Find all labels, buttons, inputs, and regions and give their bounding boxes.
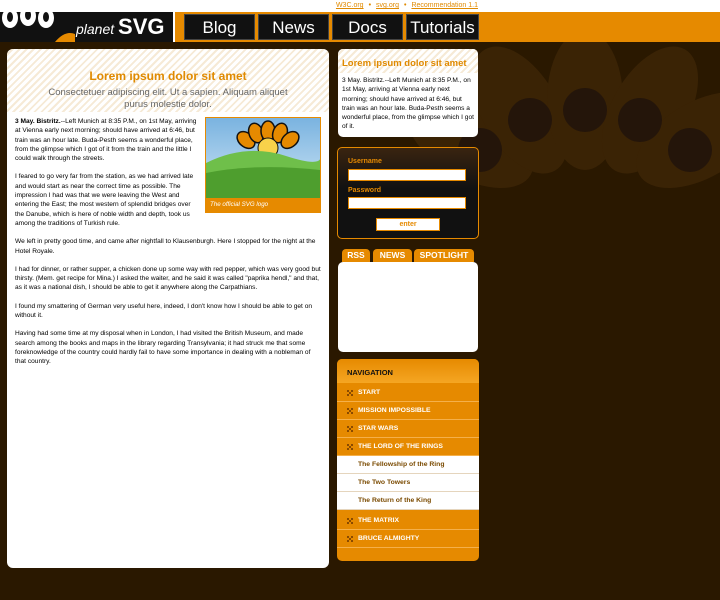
header: planet SVG Blog News Docs Tutorials <box>0 12 720 42</box>
paragraph-5: I found my smattering of German very use… <box>15 302 313 320</box>
paragraph-3: We left in pretty good time, and came af… <box>15 238 316 255</box>
main-title: Lorem ipsum dolor sit amet <box>89 69 247 83</box>
separator: • <box>404 2 407 9</box>
login-box: Username Password enter <box>337 147 479 239</box>
tab-rss[interactable]: RSS <box>342 249 370 262</box>
nav-subitem-fellowship[interactable]: The Fellowship of the Ring <box>337 456 479 474</box>
news-text: 3 May. Bistritz.--Left Munich at 8:35 P.… <box>342 77 474 131</box>
news-title: Lorem ipsum dolor sit amet <box>338 49 478 73</box>
nav-item-label: BRUCE ALMIGHTY <box>358 535 420 542</box>
news-card: Lorem ipsum dolor sit amet 3 May. Bistri… <box>338 49 478 137</box>
nav-bullet-icon <box>347 536 353 542</box>
enter-button[interactable]: enter <box>376 218 440 231</box>
nav-item-bruce-almighty[interactable]: BRUCE ALMIGHTY <box>337 530 479 548</box>
nav-bullet-icon <box>347 408 353 414</box>
logo-big-text: SVG <box>118 14 165 39</box>
paragraph-4: I had for dinner, or rather supper, a ch… <box>15 265 321 292</box>
username-input[interactable] <box>348 169 466 181</box>
link-svg-org[interactable]: svg.org <box>376 2 399 9</box>
password-label: Password <box>348 187 382 194</box>
svg-logo-figure: The official SVG logo <box>205 117 321 213</box>
paragraph-lead: 3 May. Bistritz. <box>15 118 61 125</box>
nav-item-label: THE LORD OF THE RINGS <box>358 443 443 450</box>
paragraph-6: Having had some time at my disposal when… <box>15 330 311 366</box>
nav-item-star-wars[interactable]: STAR WARS <box>337 420 479 438</box>
tab-blog[interactable]: Blog <box>184 14 255 40</box>
nav-item-label: START <box>358 389 381 396</box>
tab-news[interactable]: News <box>258 14 329 40</box>
svg-flower-logo <box>206 118 320 198</box>
tab-docs[interactable]: Docs <box>332 14 403 40</box>
navigation-box: NAVIGATION START MISSION IMPOSSIBLE STAR… <box>337 359 479 561</box>
nav-item-label: STAR WARS <box>358 425 399 432</box>
nav-bullet-icon <box>347 444 353 450</box>
nav-item-the-matrix[interactable]: THE MATRIX <box>337 512 479 530</box>
site-logo[interactable]: planet SVG <box>0 12 175 42</box>
nav-subitem-two-towers[interactable]: The Two Towers <box>337 474 479 492</box>
nav-subitem-return-of-the-king[interactable]: The Return of the King <box>337 492 479 510</box>
svg-logo-icon <box>0 12 75 42</box>
tab-news-feed[interactable]: NEWS <box>373 249 412 262</box>
top-links-bar: W3C.org • svg.org • Recommendation 1.1 <box>0 0 720 12</box>
nav-item-start[interactable]: START <box>337 384 479 402</box>
nav-item-label: THE MATRIX <box>358 517 400 524</box>
main-header: Lorem ipsum dolor sit amet Consectetuer … <box>7 49 329 112</box>
nav-item-mission-impossible[interactable]: MISSION IMPOSSIBLE <box>337 402 479 420</box>
nav-bullet-icon <box>347 518 353 524</box>
tab-spotlight[interactable]: SPOTLIGHT <box>414 249 474 262</box>
username-label: Username <box>348 158 382 165</box>
nav-item-lord-of-the-rings[interactable]: THE LORD OF THE RINGS <box>337 438 479 456</box>
nav-item-label: MISSION IMPOSSIBLE <box>358 407 431 414</box>
main-subtitle: Consectetuer adipiscing elit. Ut a sapie… <box>48 87 288 110</box>
logo-text: planet SVG <box>76 13 165 43</box>
nav-bullet-icon <box>347 426 353 432</box>
logo-small-text: planet <box>76 21 115 37</box>
article-body: The official SVG logo 3 May. Bistritz.--… <box>7 112 329 367</box>
navigation-title: NAVIGATION <box>337 359 479 383</box>
link-w3c[interactable]: W3C.org <box>336 2 364 9</box>
link-recommendation[interactable]: Recommendation 1.1 <box>411 2 478 9</box>
figure-caption: The official SVG logo <box>206 198 320 212</box>
tab-content-panel <box>338 262 478 352</box>
tab-tutorials[interactable]: Tutorials <box>406 14 479 40</box>
password-input[interactable] <box>348 197 466 209</box>
separator: • <box>368 2 372 9</box>
main-content: Lorem ipsum dolor sit amet Consectetuer … <box>7 49 329 568</box>
nav-bullet-icon <box>347 390 353 396</box>
